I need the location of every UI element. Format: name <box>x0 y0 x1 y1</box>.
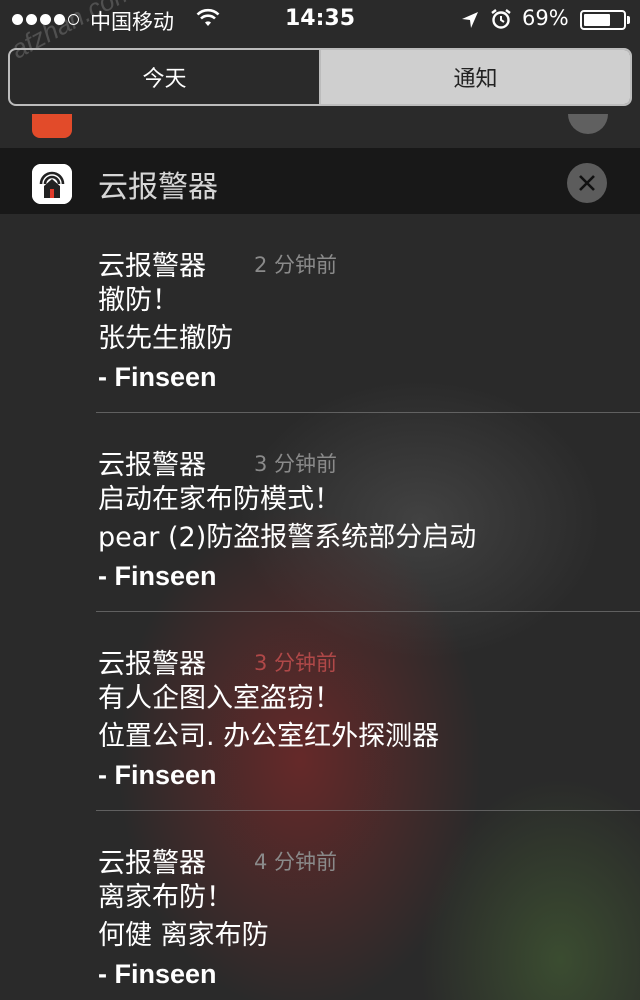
notification-title: 有人企图入室盗窃！ <box>98 683 341 714</box>
divider <box>96 611 640 612</box>
notification-title: 离家布防！ <box>98 882 233 913</box>
notification-signature: - Finseen <box>98 561 217 591</box>
battery-fill <box>584 14 611 26</box>
notification-signature: - Finseen <box>98 959 217 989</box>
previous-app-group <box>0 114 640 144</box>
location-arrow-icon <box>460 10 480 34</box>
notification-time: 3 分钟前 <box>254 651 338 675</box>
alarm-house-icon <box>32 164 72 204</box>
notification-item[interactable]: 云报警器 3 分钟前 启动在家布防模式！ pear (2)防盗报警系统部分启动 … <box>98 443 618 595</box>
alarm-clock-icon <box>490 8 512 34</box>
notification-app-name: 云报警器 <box>98 251 206 282</box>
notification-title: 撤防！ <box>98 285 179 316</box>
notification-signature: - Finseen <box>98 362 217 392</box>
divider <box>96 810 640 811</box>
notification-app-name: 云报警器 <box>98 649 206 680</box>
battery-percentage: 69% <box>522 6 569 30</box>
battery-tip <box>627 16 630 24</box>
app-group-header: 云报警器 <box>0 148 640 214</box>
notification-item[interactable]: 云报警器 4 分钟前 离家布防！ 何健 离家布防 - Finseen <box>98 841 618 993</box>
battery-icon <box>580 10 626 30</box>
notification-app-name: 云报警器 <box>98 450 206 481</box>
notification-body: 张先生撤防 <box>98 323 233 354</box>
notification-signature: - Finseen <box>98 760 217 790</box>
notification-body: 位置公司. 办公室红外探测器 <box>98 721 440 752</box>
app-group-title: 云报警器 <box>98 170 218 205</box>
notification-item[interactable]: 云报警器 2 分钟前 撤防！ 张先生撤防 - Finseen <box>98 244 618 396</box>
divider <box>96 412 640 413</box>
notification-body: 何健 离家布防 <box>98 920 269 951</box>
close-icon[interactable] <box>568 114 608 134</box>
notification-time: 3 分钟前 <box>254 452 338 476</box>
notification-title: 启动在家布防模式！ <box>98 484 341 515</box>
app-icon <box>32 114 72 138</box>
notification-app-name: 云报警器 <box>98 848 206 879</box>
notification-time: 2 分钟前 <box>254 253 338 277</box>
tab-notifications[interactable]: 通知 <box>321 50 630 104</box>
clear-group-button[interactable] <box>567 163 607 203</box>
view-segmented-control: 今天 通知 <box>8 48 632 106</box>
notification-item[interactable]: 云报警器 3 分钟前 有人企图入室盗窃！ 位置公司. 办公室红外探测器 - Fi… <box>98 642 618 794</box>
notification-time: 4 分钟前 <box>254 850 338 874</box>
close-icon <box>579 175 595 191</box>
tab-today[interactable]: 今天 <box>10 50 321 104</box>
notification-body: pear (2)防盗报警系统部分启动 <box>98 522 477 553</box>
